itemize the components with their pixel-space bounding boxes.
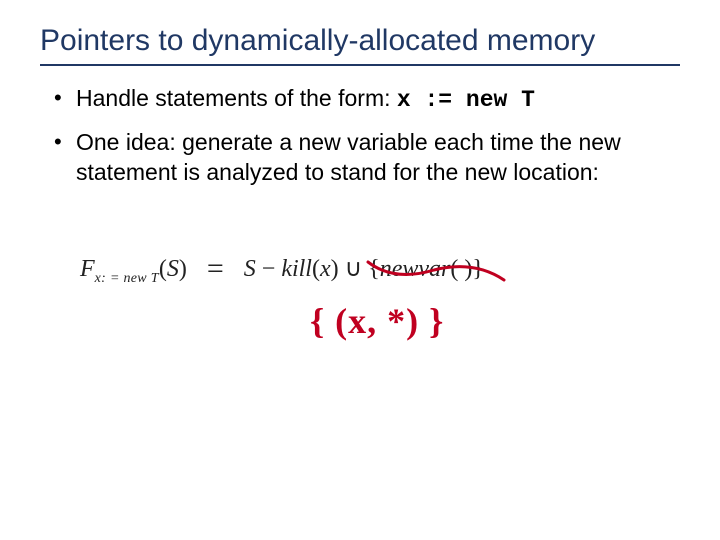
bullet-code: x := new T <box>397 87 535 113</box>
bullet-item: One idea: generate a new variable each t… <box>50 128 680 188</box>
formula-argL: ( <box>159 256 167 282</box>
formula-argR: ) <box>179 256 187 282</box>
formula-killArg: x <box>320 256 331 282</box>
bullet-text: One idea: generate a new variable each t… <box>76 129 621 185</box>
formula-cup: ∪ <box>339 256 369 282</box>
formula-newvar: newvar <box>380 256 451 282</box>
formula-F: F <box>80 256 95 282</box>
formula-setL: { <box>368 256 380 282</box>
formula-S: S <box>244 256 256 282</box>
formula-killArgL: ( <box>312 256 320 282</box>
formula-minus: − <box>256 256 282 282</box>
formula-struck-set: {newvar( )} <box>368 256 484 283</box>
formula-eq: = <box>193 252 238 285</box>
bullet-item: Handle statements of the form: x := new … <box>50 84 680 116</box>
bullet-text: Handle statements of the form: <box>76 85 397 111</box>
formula: Fx: = new T(S) = S − kill(x) ∪ {newvar( … <box>80 250 640 287</box>
title-rule <box>40 64 680 66</box>
bullet-list: Handle statements of the form: x := new … <box>40 84 680 188</box>
slide: Pointers to dynamically-allocated memory… <box>0 0 720 540</box>
formula-arg: S <box>167 256 179 282</box>
formula-kill: kill <box>281 256 312 282</box>
formula-newvarPar: ( ) <box>450 256 472 282</box>
formula-killArgR: ) <box>331 256 339 282</box>
slide-title: Pointers to dynamically-allocated memory <box>40 24 680 58</box>
formula-setR: } <box>472 256 484 282</box>
formula-sub: x: = new T <box>95 271 159 286</box>
hand-annotation: { (x, *) } <box>310 300 444 342</box>
